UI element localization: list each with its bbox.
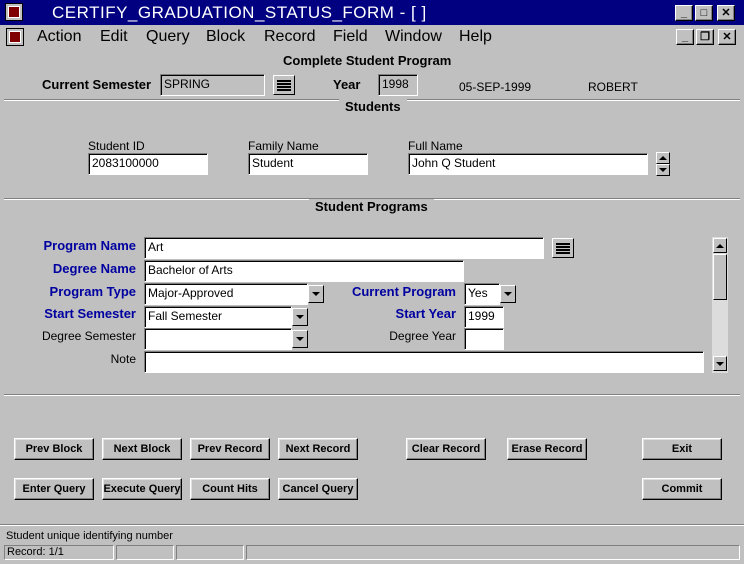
degree-name-input[interactable]: Bachelor of Arts [144, 260, 464, 282]
program-type-label: Program Type [49, 284, 136, 299]
restore-icon[interactable]: ❐ [696, 29, 714, 45]
degree-semester-label: Degree Semester [41, 329, 136, 343]
erase-record-button[interactable]: Erase Record [507, 438, 587, 460]
menu-query[interactable]: Query [146, 28, 190, 46]
prev-record-button[interactable]: Prev Record [190, 438, 270, 460]
minimize-icon[interactable]: _ [675, 5, 693, 21]
program-lov-icon[interactable] [552, 238, 574, 258]
current-semester-field: SPRING [160, 74, 265, 96]
document-icon[interactable] [6, 28, 24, 46]
programs-scrollbar[interactable] [712, 237, 728, 373]
semester-lov-icon[interactable] [273, 75, 295, 95]
year-field: 1998 [378, 74, 418, 96]
menu-field[interactable]: Field [333, 28, 368, 46]
students-section-title: Students [339, 99, 407, 114]
execute-query-button[interactable]: Execute Query [102, 478, 182, 500]
program-type-select[interactable]: Major-Approved [144, 283, 308, 305]
start-year-input[interactable]: 1999 [464, 306, 504, 328]
status-cell-2 [116, 545, 174, 560]
current-program-select[interactable]: Yes [464, 283, 500, 305]
exit-button[interactable]: Exit [642, 438, 722, 460]
current-semester-label: Current Semester [42, 77, 152, 92]
degree-semester-dropdown-icon[interactable] [292, 330, 308, 348]
maximize-icon[interactable]: □ [695, 5, 713, 21]
degree-name-label: Degree Name [52, 261, 136, 276]
buttons-divider [4, 394, 740, 396]
window-title: CERTIFY_GRADUATION_STATUS_FORM - [ ] [52, 3, 427, 22]
degree-year-input[interactable] [464, 328, 504, 350]
form-title: Complete Student Program [283, 53, 452, 68]
next-record-button[interactable]: Next Record [278, 438, 358, 460]
menu-block[interactable]: Block [206, 28, 245, 46]
current-program-label: Current Program [351, 284, 456, 299]
year-label: Year [333, 77, 361, 92]
start-semester-select[interactable]: Fall Semester [144, 306, 292, 328]
enter-query-button[interactable]: Enter Query [14, 478, 94, 500]
family-name-input[interactable]: Student [248, 153, 368, 175]
current-program-dropdown-icon[interactable] [500, 285, 516, 303]
current-date: 05-SEP-1999 [459, 80, 532, 94]
degree-year-label: Degree Year [389, 329, 456, 343]
programs-section-title: Student Programs [309, 199, 434, 214]
status-cell-3 [176, 545, 244, 560]
scroll-down-icon[interactable] [656, 164, 670, 176]
program-name-label: Program Name [43, 238, 136, 253]
family-name-label: Family Name [248, 139, 319, 153]
next-block-button[interactable]: Next Block [102, 438, 182, 460]
menu-record[interactable]: Record [264, 28, 316, 46]
window-titlebar: CERTIFY_GRADUATION_STATUS_FORM - [ ] _ □… [0, 0, 744, 25]
app-icon[interactable] [5, 3, 23, 21]
menu-edit[interactable]: Edit [100, 28, 128, 46]
cancel-query-button[interactable]: Cancel Query [278, 478, 358, 500]
student-id-input[interactable]: 2083100000 [88, 153, 208, 175]
menu-action[interactable]: Action [37, 28, 81, 46]
commit-button[interactable]: Commit [642, 478, 722, 500]
statusbar-divider [0, 524, 744, 526]
degree-semester-select[interactable] [144, 328, 292, 350]
scroll-up-icon[interactable] [656, 152, 670, 164]
close-icon[interactable]: ✕ [717, 5, 735, 21]
start-semester-dropdown-icon[interactable] [292, 308, 308, 326]
count-hits-button[interactable]: Count Hits [190, 478, 270, 500]
status-cell-4 [246, 545, 740, 560]
student-id-label: Student ID [88, 139, 145, 153]
scrollbar-up-icon[interactable] [713, 238, 727, 253]
program-name-input[interactable]: Art [144, 237, 544, 259]
full-name-label: Full Name [408, 139, 463, 153]
start-year-label: Start Year [395, 306, 456, 321]
note-label: Note [110, 352, 136, 366]
doc-close-icon[interactable]: ✕ [718, 29, 736, 45]
scrollbar-down-icon[interactable] [713, 356, 727, 371]
menu-bar: Action Edit Query Block Record Field Win… [0, 25, 744, 49]
doc-minimize-icon[interactable]: _ [676, 29, 694, 45]
full-name-input[interactable]: John Q Student [408, 153, 648, 175]
menu-window[interactable]: Window [385, 28, 442, 46]
status-record: Record: 1/1 [4, 545, 114, 560]
note-input[interactable] [144, 351, 704, 373]
program-type-dropdown-icon[interactable] [308, 285, 324, 303]
status-hint: Student unique identifying number [6, 530, 173, 542]
scrollbar-thumb[interactable] [713, 254, 727, 300]
menu-help[interactable]: Help [459, 28, 492, 46]
clear-record-button[interactable]: Clear Record [406, 438, 486, 460]
prev-block-button[interactable]: Prev Block [14, 438, 94, 460]
current-user: ROBERT [588, 80, 638, 94]
student-record-scroller[interactable] [656, 152, 672, 176]
start-semester-label: Start Semester [44, 306, 136, 321]
